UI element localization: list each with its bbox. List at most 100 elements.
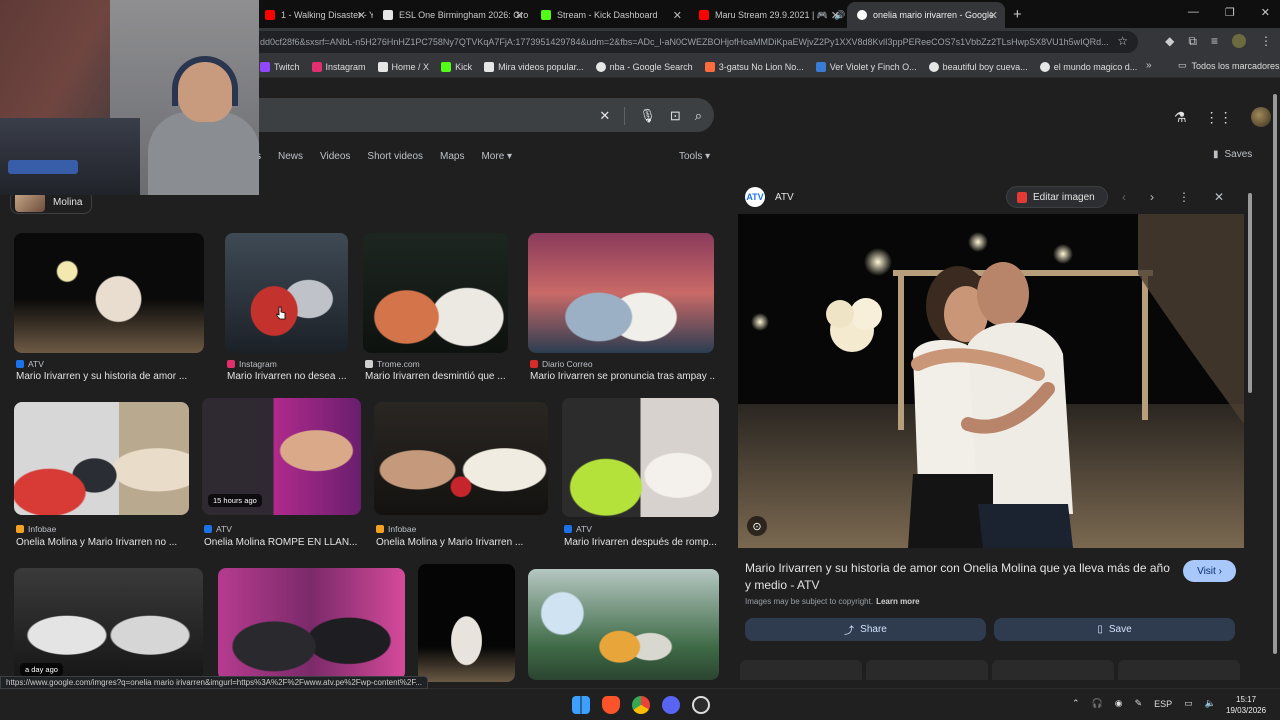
bookmark-star-icon[interactable]: ☆ bbox=[1117, 34, 1128, 48]
lens-search-icon[interactable]: ⊡ bbox=[670, 108, 681, 124]
screen: 1 - Walking Disaster - Yo ✕ ESL One Birm… bbox=[0, 0, 1280, 720]
tools-button[interactable]: Tools ▾ bbox=[679, 151, 710, 162]
tab-videos[interactable]: Videos bbox=[320, 151, 350, 162]
new-tab-button[interactable]: + bbox=[1013, 6, 1022, 23]
more-options-icon[interactable]: ⋮ bbox=[1178, 190, 1190, 204]
result-thumbnail[interactable] bbox=[562, 398, 719, 517]
share-button[interactable]: ⤴ Share bbox=[745, 618, 986, 641]
result-thumbnail[interactable] bbox=[528, 233, 714, 353]
close-tab-icon[interactable]: ✕ bbox=[673, 9, 682, 22]
close-tab-icon[interactable]: ✕ bbox=[357, 9, 366, 22]
labs-flask-icon[interactable]: ⚗ bbox=[1174, 109, 1187, 126]
discord-icon[interactable] bbox=[662, 696, 680, 714]
network-icon[interactable]: ▭ bbox=[1184, 698, 1193, 709]
obs-icon[interactable] bbox=[692, 696, 710, 714]
panel-source[interactable]: ATV ATV bbox=[745, 187, 794, 207]
google-icon bbox=[1039, 61, 1050, 72]
bookmark-kick[interactable]: Kick bbox=[435, 61, 478, 72]
search-icon[interactable]: ⌕ bbox=[695, 108, 702, 124]
result-thumbnail[interactable] bbox=[374, 402, 548, 515]
bookmarks-overflow-icon[interactable]: » bbox=[1146, 60, 1152, 71]
restore-icon[interactable]: ❐ bbox=[1225, 6, 1235, 19]
panel-title[interactable]: Mario Irivarren y su historia de amor co… bbox=[745, 560, 1175, 594]
instagram-icon bbox=[311, 61, 322, 72]
tab-youtube-walking-disaster[interactable]: 1 - Walking Disaster - Yo ✕ bbox=[255, 2, 373, 28]
bookmark-beautiful-boy[interactable]: beautiful boy cueva... bbox=[923, 61, 1034, 72]
bookmark-twitch[interactable]: Twitch bbox=[254, 61, 306, 72]
all-bookmarks[interactable]: ▭ Todos los marcadores bbox=[1178, 60, 1280, 71]
tiktok-icon bbox=[484, 61, 495, 72]
save-button[interactable]: ▯ Save bbox=[994, 618, 1235, 641]
result-thumbnail[interactable]: a day ago bbox=[14, 568, 203, 680]
visit-button[interactable]: Visit › bbox=[1183, 560, 1236, 582]
atv-logo: ATV bbox=[745, 187, 765, 207]
minimize-icon[interactable]: — bbox=[1188, 6, 1199, 19]
tab-kick-dashboard[interactable]: Stream - Kick Dashboard ✕ bbox=[531, 2, 689, 28]
bookmark-tiktok[interactable]: Mira videos popular... bbox=[478, 61, 590, 72]
extension-gem-icon[interactable]: ◆ bbox=[1165, 34, 1174, 49]
bookmark-violet-finch[interactable]: Ver Violet y Finch O... bbox=[810, 61, 923, 72]
chrome-icon[interactable] bbox=[632, 696, 650, 714]
close-tab-icon[interactable]: ✕ bbox=[989, 9, 998, 22]
result-thumbnail[interactable] bbox=[363, 233, 508, 353]
next-image-icon[interactable]: › bbox=[1150, 190, 1154, 204]
tab-esl-one[interactable]: ESL One Birmingham 2026: Gro ✕ bbox=[373, 2, 531, 28]
result-thumbnail[interactable] bbox=[528, 569, 719, 680]
close-panel-icon[interactable]: ✕ bbox=[1214, 190, 1224, 204]
clear-search-icon[interactable]: ✕ bbox=[599, 108, 610, 124]
search-input[interactable]: ✕ 🎙 ⊡ ⌕ bbox=[240, 98, 714, 132]
pen-icon[interactable]: ✎ bbox=[1135, 698, 1143, 709]
result-thumbnail[interactable] bbox=[218, 568, 405, 680]
account-avatar[interactable] bbox=[1250, 107, 1271, 127]
close-tab-icon[interactable]: ✕ bbox=[831, 9, 840, 22]
close-window-icon[interactable]: ✕ bbox=[1261, 6, 1270, 19]
headphones-icon[interactable]: 🎧 bbox=[1092, 698, 1103, 709]
learn-more-link[interactable]: Learn more bbox=[876, 597, 920, 606]
language-indicator[interactable]: ESP bbox=[1154, 699, 1172, 709]
previous-image-icon[interactable]: ‹ bbox=[1122, 190, 1126, 204]
address-bar[interactable]: dd0cf28f6&sxsrf=ANbL-n5H276HnHZ1PC758Ny7… bbox=[250, 31, 1138, 53]
profile-avatar[interactable] bbox=[1232, 34, 1246, 48]
voice-search-icon[interactable]: 🎙 bbox=[639, 108, 656, 124]
volume-icon[interactable]: 🔈 bbox=[1205, 698, 1216, 709]
result-thumbnail[interactable] bbox=[225, 233, 348, 353]
brave-icon[interactable] bbox=[602, 696, 620, 714]
tab-short-videos[interactable]: Short videos bbox=[367, 151, 423, 162]
close-tab-icon[interactable]: ✕ bbox=[515, 9, 524, 22]
result-thumbnail[interactable] bbox=[14, 233, 204, 353]
edit-image-button[interactable]: Editar imagen bbox=[1006, 186, 1108, 208]
result-thumbnail[interactable] bbox=[418, 564, 515, 682]
diario-correo-icon bbox=[530, 360, 538, 368]
extensions-puzzle-icon[interactable]: ⧉ bbox=[1188, 34, 1197, 49]
header-actions: ⚗ ⋮⋮ bbox=[1174, 107, 1271, 127]
lens-search-icon[interactable]: ⊙ bbox=[747, 516, 767, 536]
tab-google-search[interactable]: onelia mario irivarren - Google ✕ bbox=[847, 2, 1005, 28]
start-windows-icon[interactable] bbox=[572, 696, 590, 714]
page-scrollbar[interactable] bbox=[1271, 84, 1279, 684]
browser-menu-icon[interactable]: ⋮ bbox=[1260, 34, 1272, 49]
panel-scrollbar[interactable] bbox=[1247, 183, 1253, 678]
saves-button[interactable]: ▮ Saves bbox=[1213, 149, 1252, 160]
bookmark-x[interactable]: Home / X bbox=[372, 61, 436, 72]
tab-more[interactable]: More ▾ bbox=[481, 151, 512, 162]
result-thumbnail[interactable] bbox=[14, 402, 189, 515]
chevron-up-icon[interactable]: ⌃ bbox=[1072, 698, 1080, 709]
tab-maps[interactable]: Maps bbox=[440, 151, 464, 162]
steam-icon[interactable]: ◉ bbox=[1115, 698, 1123, 709]
address-url[interactable]: dd0cf28f6&sxsrf=ANbL-n5H276HnHZ1PC758Ny7… bbox=[260, 37, 1110, 47]
bookmark-nba-search[interactable]: nba - Google Search bbox=[590, 61, 699, 72]
tab-maru-stream[interactable]: Maru Stream 29.9.2021 | 🎮 🔊 ✕ bbox=[689, 2, 847, 28]
related-placeholder bbox=[1118, 660, 1240, 680]
pdf-editor-icon bbox=[1017, 191, 1027, 203]
preview-image[interactable] bbox=[738, 214, 1244, 548]
result-thumbnail[interactable]: 15 hours ago bbox=[202, 398, 361, 515]
tab-news[interactable]: News bbox=[278, 151, 303, 162]
bookmark-instagram[interactable]: Instagram bbox=[306, 61, 372, 72]
preview-photo bbox=[738, 214, 1244, 548]
bookmark-3-gatsu[interactable]: 3-gatsu No Lion No... bbox=[699, 61, 810, 72]
kick-icon bbox=[541, 10, 551, 20]
taskbar-clock[interactable]: 15:17 19/03/2026 bbox=[1226, 694, 1266, 716]
media-controls-icon[interactable]: ≡ bbox=[1211, 34, 1218, 49]
bookmark-mundo-magico[interactable]: el mundo magico d... bbox=[1034, 61, 1144, 72]
apps-grid-icon[interactable]: ⋮⋮ bbox=[1205, 109, 1233, 126]
